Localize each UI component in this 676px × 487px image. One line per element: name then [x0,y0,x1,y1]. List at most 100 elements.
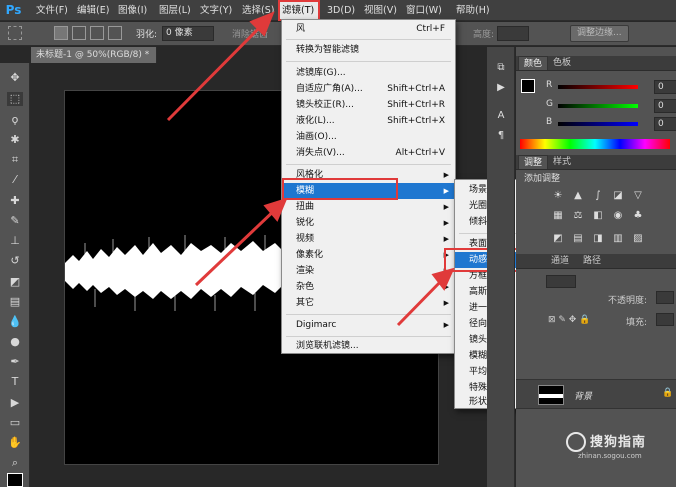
filter-noise[interactable]: 杂色 ▶ [282,279,455,295]
foreground-color-swatch[interactable] [7,473,23,487]
filter-other[interactable]: 其它 ▶ [282,295,455,311]
height-input[interactable] [497,26,529,41]
pen-tool-icon[interactable]: ✒ [7,355,23,369]
healing-brush-icon[interactable]: ✚ [7,194,23,208]
stamp-tool-icon[interactable]: ⊥ [7,234,23,248]
color-balance-icon[interactable]: ⚖ [572,210,584,222]
menu-filter[interactable]: 滤镜(T) [278,0,320,21]
threshold-icon[interactable]: ◨ [592,233,604,245]
gradient-map-icon[interactable]: ▥ [612,233,624,245]
filter-browse-online[interactable]: 浏览联机滤镜... [282,338,455,354]
layer-row-background[interactable]: 背景 🔒 [516,379,676,409]
zoom-tool-icon[interactable]: ⌕ [7,456,23,470]
channel-mixer-icon[interactable]: ♣ [632,210,644,222]
exposure-icon[interactable]: ◪ [612,190,624,202]
filter-digimarc[interactable]: Digimarc ▶ [282,317,455,333]
add-selection-icon[interactable] [72,26,86,40]
gradient-tool-icon[interactable]: ▤ [7,295,23,309]
eraser-tool-icon[interactable]: ◩ [7,275,23,289]
brush-tool-icon[interactable]: ✎ [7,214,23,228]
menu-image[interactable]: 图像(I) [118,0,147,21]
tab-color[interactable]: 颜色 [518,56,549,70]
filter-liquify[interactable]: 液化(L)... Shift+Ctrl+X [282,113,455,129]
menu-help[interactable]: 帮助(H) [456,0,490,21]
actions-panel-icon[interactable]: ▶ [494,81,508,95]
filter-sharpen[interactable]: 锐化 ▶ [282,215,455,231]
opacity-input[interactable] [656,291,674,304]
red-slider[interactable] [558,85,638,89]
curves-icon[interactable]: ∫ [592,190,604,202]
path-select-icon[interactable]: ▶ [7,396,23,410]
dodge-tool-icon[interactable]: ● [7,335,23,349]
marquee-preset-icon[interactable] [8,26,22,40]
antialias-label[interactable]: 消除锯齿 [232,27,268,40]
menu-view[interactable]: 视图(V) [364,0,397,21]
subtract-selection-icon[interactable] [90,26,104,40]
magic-wand-icon[interactable]: ✱ [7,133,23,147]
crop-tool-icon[interactable]: ⌗ [7,153,23,167]
blue-slider[interactable] [558,122,638,126]
color-spectrum-bar[interactable] [520,139,670,149]
red-value-input[interactable]: 0 [654,80,676,94]
filter-vanishing-point[interactable]: 消失点(V)... Alt+Ctrl+V [282,145,455,161]
filter-video[interactable]: 视频 ▶ [282,231,455,247]
brightness-icon[interactable]: ☀ [552,190,564,202]
vibrance-icon[interactable]: ▽ [632,190,644,202]
filter-convert-smart[interactable]: 转换为智能滤镜 [282,42,455,58]
foreground-color-chip[interactable] [521,79,535,93]
feather-input[interactable]: 0 像素 [162,26,214,41]
refine-edge-button[interactable]: 调整边缘... [570,25,629,42]
menu-3d[interactable]: 3D(D) [327,0,355,21]
paragraph-panel-icon[interactable]: ¶ [494,129,508,143]
tab-channels[interactable]: 通道 [546,254,574,268]
photo-filter-icon[interactable]: ◉ [612,210,624,222]
filter-lens-correction[interactable]: 镜头校正(R)... Shift+Ctrl+R [282,97,455,113]
intersect-selection-icon[interactable] [108,26,122,40]
menu-edit[interactable]: 编辑(E) [77,0,109,21]
eyedropper-icon[interactable]: ⁄ [7,173,23,187]
filter-blur[interactable]: 模糊 ▶ [282,183,455,199]
filter-gallery[interactable]: 滤镜库(G)... [282,65,455,81]
character-panel-icon[interactable]: A [494,109,508,123]
tab-swatches[interactable]: 色板 [548,56,576,70]
marquee-tool-icon[interactable]: ⬚ [7,92,23,106]
tab-paths[interactable]: 路径 [578,254,606,268]
tab-adjustments[interactable]: 调整 [518,155,549,169]
blur-tool-icon[interactable]: 💧 [7,315,23,329]
filter-pixelate[interactable]: 像素化 ▶ [282,247,455,263]
filter-stylize[interactable]: 风格化 ▶ [282,167,455,183]
menu-select[interactable]: 选择(S) [242,0,274,21]
menu-file[interactable]: 文件(F) [36,0,68,21]
history-brush-icon[interactable]: ↺ [7,254,23,268]
green-slider[interactable] [558,104,638,108]
selective-color-icon[interactable]: ▨ [632,233,644,245]
new-selection-icon[interactable] [54,26,68,40]
filter-distort[interactable]: 扭曲 ▶ [282,199,455,215]
move-tool-icon[interactable]: ✥ [7,71,23,85]
shape-tool-icon[interactable]: ▭ [7,416,23,430]
filter-oil-paint[interactable]: 油画(O)... [282,129,455,145]
filter-render[interactable]: 渲染 ▶ [282,263,455,279]
document-tab[interactable]: 未标题-1 @ 50%(RGB/8) * [31,47,157,63]
lasso-tool-icon[interactable]: ϙ [7,113,23,127]
menu-layer[interactable]: 图层(L) [159,0,191,21]
posterize-icon[interactable]: ▤ [572,233,584,245]
tab-styles[interactable]: 样式 [548,155,576,169]
fill-input[interactable] [656,313,674,326]
menu-type[interactable]: 文字(Y) [200,0,232,21]
blend-mode-select[interactable] [546,275,576,288]
menubar: Ps 文件(F) 编辑(E) 图像(I) 图层(L) 文字(Y) 选择(S) 滤… [0,0,676,21]
history-panel-icon[interactable]: ⧉ [494,61,508,75]
lock-icons[interactable]: ⊠ ✎ ✥ 🔒 [548,315,590,325]
menu-window[interactable]: 窗口(W) [406,0,442,21]
hand-tool-icon[interactable]: ✋ [7,436,23,450]
invert-icon[interactable]: ◩ [552,233,564,245]
filter-adaptive-wide[interactable]: 自适应广角(A)... Shift+Ctrl+A [282,81,455,97]
type-tool-icon[interactable]: T [7,375,23,389]
filter-last-wind[interactable]: 风 Ctrl+F [282,21,455,37]
black-white-icon[interactable]: ◧ [592,210,604,222]
blue-value-input[interactable]: 0 [654,117,676,131]
green-value-input[interactable]: 0 [654,99,676,113]
levels-icon[interactable]: ▲ [572,190,584,202]
hue-saturation-icon[interactable]: ▦ [552,210,564,222]
